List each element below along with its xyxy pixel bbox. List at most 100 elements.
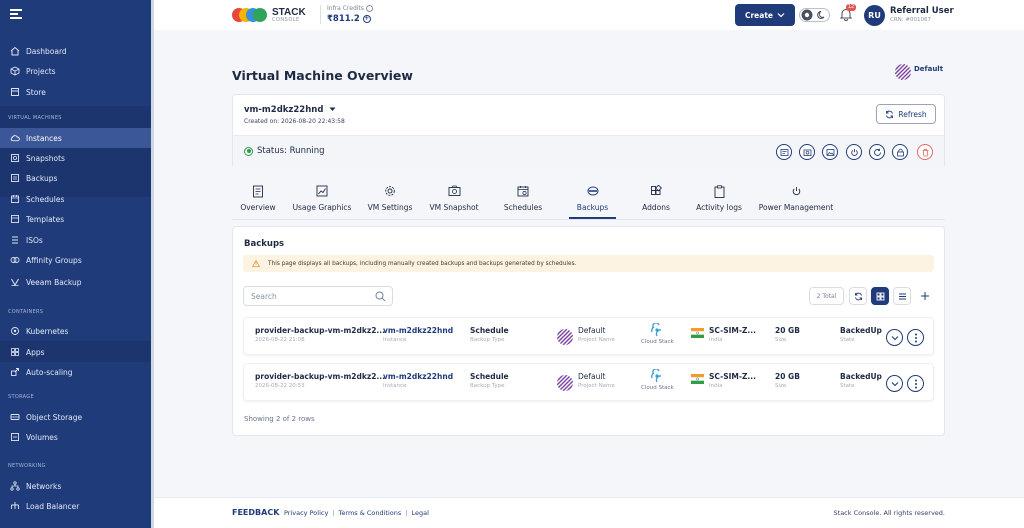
- credits-value: ₹811.2: [327, 14, 360, 24]
- vm-created-date: Created on: 2026-08-20 22:43:58: [244, 118, 345, 125]
- sidebar-item-label: Networks: [26, 481, 62, 491]
- tab-overview[interactable]: Overview: [240, 183, 276, 219]
- schedule-icon: [517, 186, 529, 197]
- menu-icon[interactable]: [10, 9, 22, 19]
- row-actions-button[interactable]: [907, 375, 924, 392]
- sidebar-item-instances[interactable]: Instances: [0, 128, 152, 148]
- avatar[interactable]: RU: [864, 5, 885, 26]
- backups-title: Backups: [244, 239, 285, 249]
- sidebar-item-isos[interactable]: ISOs: [0, 230, 152, 250]
- sidebar-item-volumes[interactable]: Volumes: [0, 427, 152, 447]
- tab-activity-logs[interactable]: Activity logs: [695, 183, 743, 219]
- reload-button[interactable]: [849, 287, 867, 305]
- console-button[interactable]: [776, 144, 792, 160]
- sidebar-item-projects[interactable]: Projects: [0, 61, 152, 81]
- project-cell: Default Project Name: [578, 326, 615, 343]
- image-button[interactable]: [822, 144, 838, 160]
- sidebar-item-schedules[interactable]: Schedules: [0, 189, 152, 209]
- power-button[interactable]: [846, 144, 862, 160]
- delete-vm-button[interactable]: [917, 144, 933, 160]
- notification-count-badge: 12: [846, 4, 856, 11]
- table-row[interactable]: provider-backup-vm-m2dkz2... 2026-08-22 …: [243, 317, 934, 355]
- table-row[interactable]: provider-backup-vm-m2dkz2... 2026-08-22 …: [243, 363, 934, 401]
- notice-text: This page displays all backups, includin…: [268, 260, 577, 267]
- sidebar-item-snapshots[interactable]: Snapshots: [0, 148, 152, 168]
- theme-toggle[interactable]: [799, 8, 830, 22]
- sidebar-item-veeam-backup[interactable]: Veeam Backup: [0, 272, 152, 292]
- tab-vm-snapshot[interactable]: VM Snapshot: [428, 183, 480, 219]
- tab-power-management[interactable]: Power Management: [757, 183, 835, 219]
- sidebar: Dashboard Projects Store VIRTUAL MACHINE…: [0, 0, 152, 528]
- tab-backups[interactable]: Backups: [569, 183, 616, 219]
- instance-label: Instance: [383, 383, 407, 389]
- snapshot-button[interactable]: [799, 144, 815, 160]
- tab-usage-graphics[interactable]: Usage Graphics: [291, 183, 353, 219]
- veeam-icon: [10, 277, 20, 287]
- tab-addons[interactable]: Addons: [640, 183, 672, 219]
- privacy-policy-link[interactable]: Privacy Policy: [284, 509, 328, 517]
- vm-selector[interactable]: vm-m2dkz22hnd: [244, 105, 336, 115]
- size-label: Size: [775, 337, 787, 343]
- expand-row-button[interactable]: [886, 375, 903, 392]
- trash-icon: [922, 148, 928, 156]
- project-selector[interactable]: Default: [895, 64, 943, 80]
- backup-icon: [10, 173, 20, 183]
- stack-console-logo[interactable]: STACK CONSOLE: [232, 6, 306, 24]
- backup-name[interactable]: provider-backup-vm-m2dkz2...: [255, 326, 385, 335]
- list-view-button[interactable]: [893, 287, 911, 305]
- sidebar-item-dashboard[interactable]: Dashboard: [0, 41, 152, 61]
- terms-link[interactable]: Terms & Conditions: [339, 509, 402, 517]
- sidebar-item-object-storage[interactable]: Object Storage: [0, 407, 152, 427]
- backup-size: 20 GB: [775, 372, 800, 381]
- scaling-icon: [10, 367, 20, 377]
- info-icon[interactable]: [365, 5, 373, 12]
- refresh-button[interactable]: Refresh: [876, 104, 936, 124]
- sidebar-item-templates[interactable]: Templates: [0, 209, 152, 229]
- search-placeholder: Search: [251, 291, 277, 301]
- india-flag-icon: [691, 374, 704, 384]
- sidebar-scrollbar[interactable]: [151, 0, 154, 528]
- feedback-link[interactable]: FEEDBACK: [232, 508, 279, 517]
- sidebar-item-auto-scaling[interactable]: Auto-scaling: [0, 362, 152, 382]
- instance-label: Instance: [383, 337, 407, 343]
- sidebar-item-load-balancer[interactable]: Load Balancer: [0, 496, 152, 516]
- sidebar-item-label: Veeam Backup: [26, 277, 82, 287]
- user-crn: CRN: #001067: [890, 17, 931, 23]
- backup-type-cell: Schedule Backup Type: [470, 326, 509, 343]
- zone-cell: SC-SIM-Z... India: [709, 372, 756, 389]
- sidebar-item-apps[interactable]: Apps: [0, 342, 152, 362]
- instance-link[interactable]: vm-m2dkz22hnd: [383, 372, 453, 381]
- sidebar-item-affinity-groups[interactable]: Affinity Groups: [0, 250, 152, 270]
- section-storage: STORAGE: [8, 394, 34, 400]
- more-vertical-icon: [914, 379, 917, 388]
- search-input[interactable]: Search: [243, 286, 393, 306]
- create-button[interactable]: Create: [735, 4, 795, 26]
- backup-name[interactable]: provider-backup-vm-m2dkz2...: [255, 372, 385, 381]
- user-menu[interactable]: Referral User CRN: #001067: [890, 6, 954, 23]
- search-icon: [375, 291, 386, 302]
- row-actions-button[interactable]: [907, 329, 924, 346]
- refresh-icon: [854, 292, 862, 300]
- instance-link[interactable]: vm-m2dkz22hnd: [383, 326, 453, 335]
- vm-tabs: Overview Usage Graphics VM Settings VM S…: [232, 183, 945, 220]
- add-credits-icon[interactable]: +: [362, 14, 371, 23]
- sidebar-item-backups[interactable]: Backups: [0, 168, 152, 188]
- tab-vm-settings[interactable]: VM Settings: [367, 183, 413, 219]
- add-backup-button[interactable]: [916, 287, 934, 305]
- grid-view-button[interactable]: [871, 287, 889, 305]
- reboot-button[interactable]: [869, 144, 885, 160]
- sidebar-item-store[interactable]: Store: [0, 82, 152, 102]
- cloudstack-icon: [651, 322, 662, 337]
- legal-link[interactable]: Legal: [411, 509, 428, 517]
- camera-icon: [448, 185, 460, 196]
- expand-row-button[interactable]: [886, 329, 903, 346]
- sidebar-item-kubernetes[interactable]: Kubernetes: [0, 321, 152, 341]
- project-avatar-icon: [895, 64, 911, 80]
- sidebar-item-networks[interactable]: Networks: [0, 476, 152, 496]
- tab-schedules[interactable]: Schedules: [502, 183, 544, 219]
- logo-title: STACK: [272, 6, 306, 18]
- sidebar-item-label: Snapshots: [26, 153, 65, 163]
- reset-password-button[interactable]: [892, 144, 908, 160]
- more-vertical-icon: [914, 333, 917, 342]
- tab-label: Usage Graphics: [292, 203, 352, 212]
